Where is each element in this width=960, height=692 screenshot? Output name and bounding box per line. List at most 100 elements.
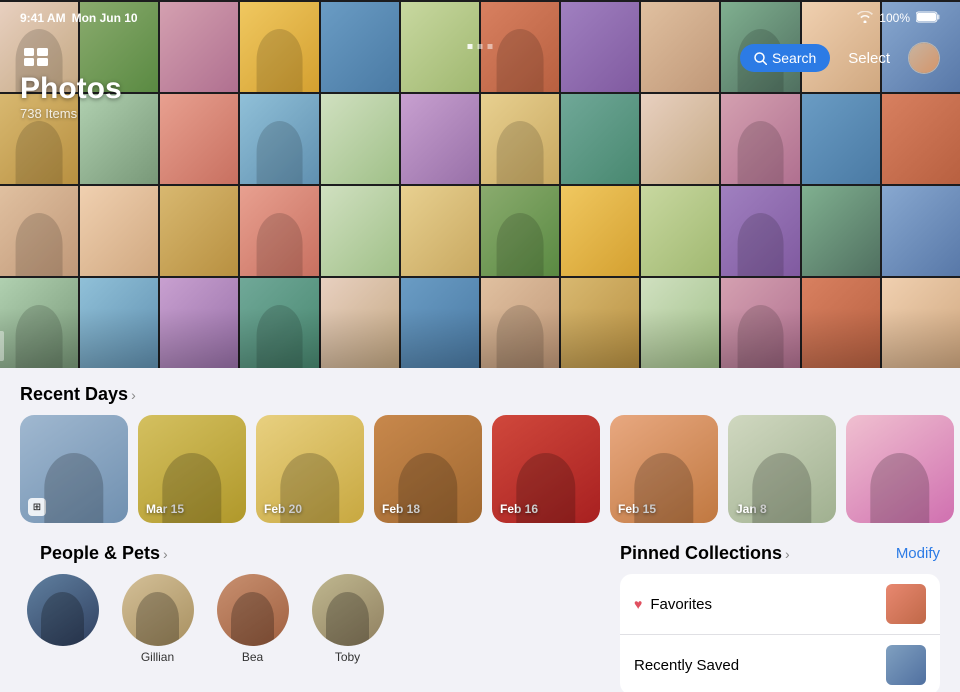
pinned-item[interactable]: Recently Saved	[620, 635, 940, 692]
day-card[interactable]: ⊞	[20, 415, 128, 523]
search-label: Search	[772, 50, 816, 66]
person-name: Bea	[242, 650, 263, 664]
photo-cell[interactable]	[641, 278, 719, 368]
photo-cell[interactable]	[481, 278, 559, 368]
battery: 100%	[879, 11, 910, 25]
photo-cell[interactable]	[0, 278, 78, 368]
photo-cell[interactable]	[481, 186, 559, 276]
photo-cell[interactable]	[721, 278, 799, 368]
photo-cell[interactable]	[561, 186, 639, 276]
pinned-header: Pinned Collections › Modify	[620, 539, 940, 574]
photo-cell[interactable]	[401, 278, 479, 368]
people-section: People & Pets › Gillian Bea Toby	[20, 539, 620, 692]
day-card[interactable]: Jan 8	[728, 415, 836, 523]
day-card[interactable]: Feb 20	[256, 415, 364, 523]
pinned-list: ♥ Favorites Recently Saved	[620, 574, 940, 692]
day-card[interactable]	[846, 415, 954, 523]
photo-cell[interactable]	[0, 186, 78, 276]
top-bar-left	[20, 44, 52, 73]
pinned-header-left: Pinned Collections ›	[620, 543, 790, 564]
photo-cell[interactable]	[721, 94, 799, 184]
recent-days-title: Recent Days	[20, 384, 128, 405]
photo-cell[interactable]	[321, 278, 399, 368]
pinned-title: Pinned Collections	[620, 543, 782, 564]
photos-header: Photos 738 Items	[20, 72, 122, 121]
status-right: 100%	[857, 10, 940, 26]
photo-cell[interactable]	[561, 94, 639, 184]
photo-cell[interactable]	[882, 94, 960, 184]
photo-cell[interactable]	[641, 186, 719, 276]
photo-cell[interactable]	[401, 94, 479, 184]
pinned-section: Pinned Collections › Modify ♥ Favorites Re…	[620, 539, 940, 692]
time: 9:41 AM	[20, 11, 66, 25]
top-bar: Search Select	[0, 36, 960, 80]
day-card[interactable]: Feb 15	[610, 415, 718, 523]
photo-cell[interactable]	[802, 94, 880, 184]
people-chevron[interactable]: ›	[163, 546, 168, 562]
pinned-thumb	[886, 645, 926, 685]
people-scroll[interactable]: Gillian Bea Toby	[20, 574, 620, 674]
select-button[interactable]: Select	[840, 46, 898, 71]
photo-cell[interactable]	[721, 186, 799, 276]
avatar-button[interactable]	[908, 42, 940, 74]
photo-cell[interactable]	[240, 278, 318, 368]
photo-cell[interactable]	[401, 186, 479, 276]
page-title: Photos	[20, 72, 122, 106]
day: Mon Jun 10	[72, 11, 138, 25]
person-circle	[27, 574, 99, 646]
photo-cell[interactable]	[240, 186, 318, 276]
photo-cell[interactable]	[321, 186, 399, 276]
photo-cell[interactable]	[882, 278, 960, 368]
photo-cell[interactable]	[802, 278, 880, 368]
day-card-icon: ⊞	[28, 498, 46, 516]
photo-cell[interactable]	[80, 278, 158, 368]
day-card[interactable]: Feb 16	[492, 415, 600, 523]
photo-cell[interactable]	[240, 94, 318, 184]
person-card-outer[interactable]	[20, 574, 105, 664]
search-button[interactable]: Search	[740, 44, 830, 72]
left-edge-tab	[0, 331, 4, 361]
dot-indicators	[468, 44, 493, 49]
person-circle	[312, 574, 384, 646]
select-label: Select	[848, 50, 890, 67]
recent-days-section: Recent Days › ⊞ Mar 15Feb 20Feb 18Feb 16F…	[0, 368, 960, 539]
recent-days-chevron[interactable]: ›	[131, 387, 136, 403]
heart-icon: ♥	[634, 596, 642, 612]
recent-days-scroll[interactable]: ⊞ Mar 15Feb 20Feb 18Feb 16Feb 15Jan 8	[0, 415, 960, 539]
people-header: People & Pets ›	[20, 539, 620, 574]
photo-cell[interactable]	[160, 186, 238, 276]
photo-cell[interactable]	[641, 94, 719, 184]
photos-count: 738 Items	[20, 106, 122, 121]
photo-cell[interactable]	[160, 278, 238, 368]
photo-cell[interactable]	[802, 186, 880, 276]
person-name: Gillian	[141, 650, 174, 664]
day-card[interactable]: Feb 18	[374, 415, 482, 523]
person-card-outer[interactable]: Bea	[210, 574, 295, 664]
photo-cell[interactable]	[882, 186, 960, 276]
bottom-sections-row: People & Pets › Gillian Bea Toby Pinned Co…	[0, 539, 960, 692]
person-card-outer[interactable]: Toby	[305, 574, 390, 664]
person-name: Toby	[335, 650, 360, 664]
photo-cell[interactable]	[561, 278, 639, 368]
grid-toggle-button[interactable]	[20, 44, 52, 73]
person-card-outer[interactable]: Gillian	[115, 574, 200, 664]
recent-days-header: Recent Days ›	[0, 368, 960, 415]
pinned-item[interactable]: ♥ Favorites	[620, 574, 940, 635]
people-title: People & Pets	[40, 543, 160, 564]
day-card[interactable]: Mar 15	[138, 415, 246, 523]
status-bar: 9:41 AM Mon Jun 10 100%	[0, 0, 960, 36]
person-circle	[122, 574, 194, 646]
modify-button[interactable]: Modify	[896, 545, 940, 562]
battery-icon	[916, 11, 940, 26]
photo-cell[interactable]	[160, 94, 238, 184]
wifi-icon	[857, 10, 873, 26]
pinned-item-name: Favorites	[650, 596, 712, 613]
photo-cell[interactable]	[321, 94, 399, 184]
photo-cell[interactable]	[80, 186, 158, 276]
person-circle	[217, 574, 289, 646]
bottom-panel: Recent Days › ⊞Mar 15Feb 20Feb 18Feb 16F…	[0, 368, 960, 692]
photo-cell[interactable]	[481, 94, 559, 184]
pinned-chevron[interactable]: ›	[785, 546, 790, 562]
pinned-thumb	[886, 584, 926, 624]
top-bar-right: Search Select	[740, 42, 940, 74]
